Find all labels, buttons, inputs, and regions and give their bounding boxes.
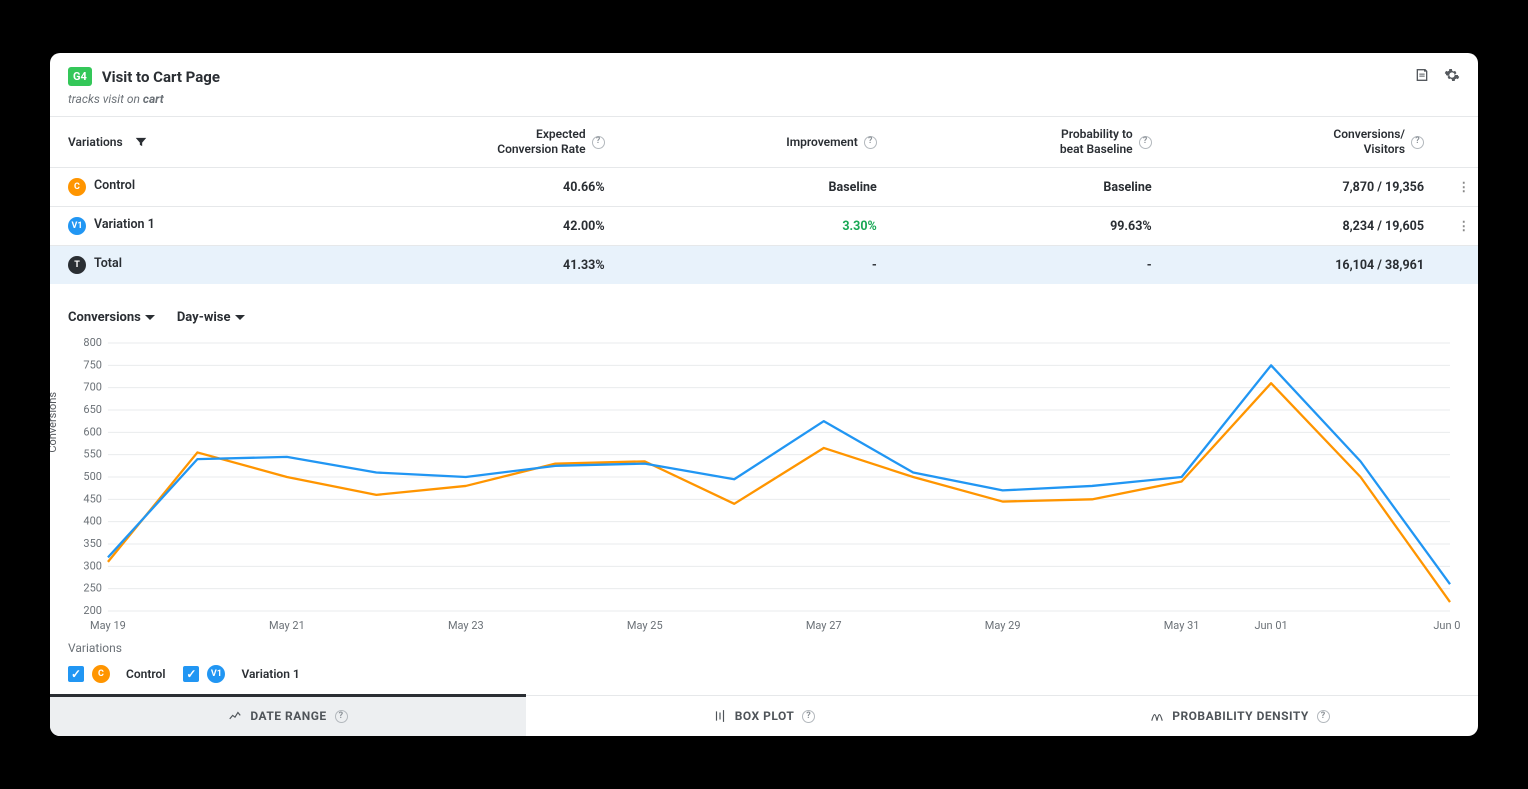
table-row-total: TTotal 41.33% - - 16,104 / 38,961 [50, 246, 1478, 285]
svg-text:250: 250 [83, 582, 102, 595]
chart-legend: Variations ✓ C Control ✓ V1 Variation 1 [50, 637, 1478, 695]
panel-header: G4 Visit to Cart Page [50, 53, 1478, 92]
checkbox-icon[interactable]: ✓ [183, 666, 199, 682]
panel-title: Visit to Cart Page [102, 68, 220, 86]
legend-title: Variations [68, 641, 1460, 655]
legend-item-variation1[interactable]: ✓ V1 Variation 1 [183, 665, 299, 683]
svg-text:Jun 03: Jun 03 [1433, 619, 1460, 632]
line-chart-icon [228, 709, 242, 723]
table-row: V1Variation 1 42.00% 3.30% 99.63% 8,234 … [50, 207, 1478, 246]
legend-item-control[interactable]: ✓ C Control [68, 665, 165, 683]
variation-dot-v1: V1 [207, 665, 225, 683]
panel-subtitle: tracks visit on cart [50, 92, 1478, 116]
svg-text:May 27: May 27 [806, 619, 842, 632]
variation-dot-control: C [68, 178, 86, 196]
svg-text:May 21: May 21 [269, 619, 305, 632]
y-axis-label: Conversions [50, 392, 59, 453]
tab-box-plot[interactable]: BOX PLOT ? [526, 696, 1002, 736]
svg-text:May 25: May 25 [627, 619, 663, 632]
help-icon[interactable]: ? [864, 136, 877, 149]
col-conversion-rate: ExpectedConversion Rate? [314, 117, 622, 168]
filter-icon[interactable] [134, 135, 148, 149]
svg-text:May 31: May 31 [1164, 619, 1200, 632]
svg-text:550: 550 [83, 448, 102, 461]
chart-container: Conversions 200 250 300 350 400 450 500 550 600 6… [50, 329, 1478, 637]
table-row: CControl 40.66% Baseline Baseline 7,870 … [50, 168, 1478, 207]
report-panel: G4 Visit to Cart Page tracks visit on ca… [50, 53, 1478, 736]
tab-date-range[interactable]: DATE RANGE ? [50, 696, 526, 736]
help-icon[interactable]: ? [592, 136, 605, 149]
svg-text:800: 800 [83, 336, 102, 349]
variation-dot-control: C [92, 665, 110, 683]
svg-text:650: 650 [83, 403, 102, 416]
conversions-chart: 200 250 300 350 400 450 500 550 600 650 700 750 800 M… [68, 335, 1460, 635]
notes-icon[interactable] [1414, 67, 1430, 83]
svg-text:May 29: May 29 [985, 619, 1021, 632]
variation-dot-v1: V1 [68, 217, 86, 235]
row-menu-icon[interactable]: ⋮ [1442, 207, 1478, 246]
help-icon[interactable]: ? [1139, 136, 1152, 149]
svg-text:350: 350 [83, 537, 102, 550]
tab-probability-density[interactable]: PROBABILITY DENSITY ? [1002, 696, 1478, 736]
col-improvement: Improvement? [623, 117, 895, 168]
checkbox-icon[interactable]: ✓ [68, 666, 84, 682]
svg-text:May 19: May 19 [90, 619, 126, 632]
granularity-dropdown[interactable]: Day-wise [177, 310, 245, 325]
svg-text:Jun 01: Jun 01 [1254, 619, 1287, 632]
col-conversions-visitors: Conversions/Visitors? [1170, 117, 1442, 168]
chart-view-tabs: DATE RANGE ? BOX PLOT ? PROBABILITY DENS… [50, 695, 1478, 736]
svg-text:400: 400 [83, 515, 102, 528]
box-plot-icon [713, 709, 727, 723]
svg-text:May 23: May 23 [448, 619, 484, 632]
help-icon[interactable]: ? [802, 710, 815, 723]
svg-text:700: 700 [83, 381, 102, 394]
variation-dot-total: T [68, 256, 86, 274]
svg-text:600: 600 [83, 425, 102, 438]
chart-controls: Conversions Day-wise [50, 284, 1478, 329]
goal-badge: G4 [68, 67, 92, 86]
metric-dropdown[interactable]: Conversions [68, 310, 155, 325]
gear-icon[interactable] [1444, 67, 1460, 83]
variations-table: Variations ExpectedConversion Rate? Impr… [50, 116, 1478, 284]
svg-text:450: 450 [83, 492, 102, 505]
help-icon[interactable]: ? [335, 710, 348, 723]
svg-text:200: 200 [83, 604, 102, 617]
col-variations[interactable]: Variations [50, 117, 314, 168]
help-icon[interactable]: ? [1411, 136, 1424, 149]
svg-text:500: 500 [83, 470, 102, 483]
svg-text:750: 750 [83, 358, 102, 371]
row-menu-icon[interactable]: ⋮ [1442, 168, 1478, 207]
help-icon[interactable]: ? [1317, 710, 1330, 723]
svg-text:300: 300 [83, 559, 102, 572]
density-icon [1150, 709, 1164, 723]
col-probability: Probability tobeat Baseline? [895, 117, 1170, 168]
